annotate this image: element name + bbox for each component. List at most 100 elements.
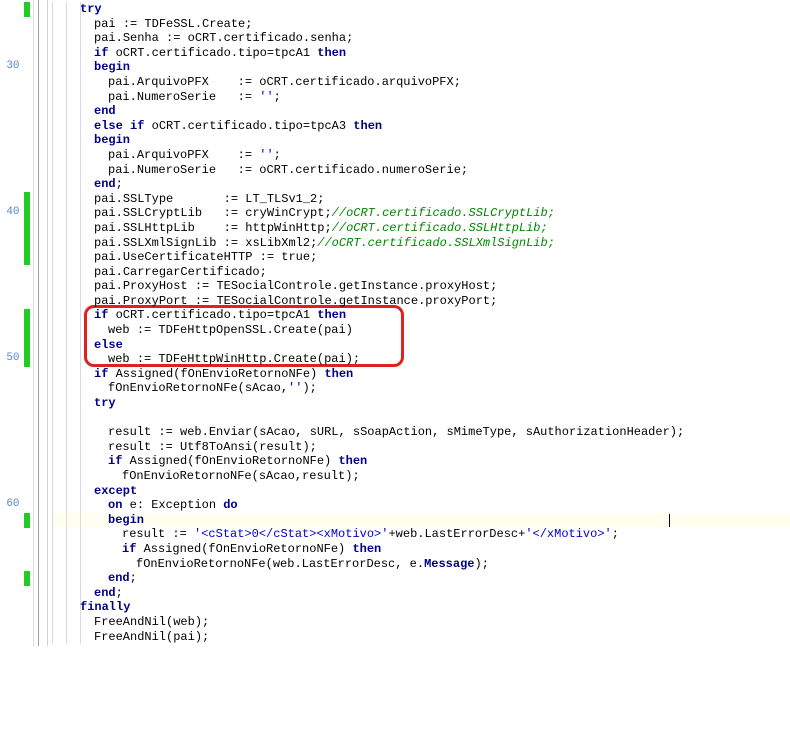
token-ident: cryWinCrypt	[245, 206, 324, 220]
token-ident: result	[302, 469, 345, 483]
code-line[interactable]: if Assigned(fOnEnvioRetornoNFe) then	[52, 367, 790, 382]
code-line[interactable]: if Assigned(fOnEnvioRetornoNFe) then	[52, 542, 790, 557]
token-ident: NumeroSerie	[137, 163, 238, 177]
code-editor[interactable]: 30405060 trypai := TDFeSSL.Create;pai.Se…	[0, 0, 790, 646]
token-sym: .	[130, 163, 137, 177]
code-line[interactable]: pai.SSLXmlSignLib := xsLibXml2;//oCRT.ce…	[52, 236, 790, 251]
code-line[interactable]: begin	[52, 133, 790, 148]
token-ident: certificado	[188, 119, 267, 133]
text-caret	[669, 514, 670, 527]
token-ident: fOnEnvioRetornoNFe	[122, 469, 252, 483]
code-line[interactable]: pai.ArquivoPFX := '';	[52, 148, 790, 163]
code-line[interactable]: fOnEnvioRetornoNFe(sAcao,'');	[52, 381, 790, 396]
token-kw: if	[108, 454, 122, 468]
token-ident: oCRT	[188, 31, 217, 45]
line-number	[0, 236, 22, 251]
line-number	[0, 31, 22, 46]
token-ident: NumeroSerie	[137, 90, 238, 104]
token-sym: ;	[310, 250, 317, 264]
token-ident: tipo	[274, 119, 303, 133]
code-line[interactable]: FreeAndNil(web);	[52, 615, 790, 630]
code-line[interactable]: finally	[52, 600, 790, 615]
token-sym: );	[195, 615, 209, 629]
line-number	[0, 338, 22, 353]
token-sym: ;	[317, 192, 324, 206]
code-line[interactable]: try	[52, 396, 790, 411]
token-ident: pai	[108, 90, 130, 104]
fold-column[interactable]	[33, 0, 47, 646]
code-line[interactable]: pai.NumeroSerie := '';	[52, 90, 790, 105]
token-sym: ;	[490, 294, 497, 308]
token-ident: TESocialControle	[216, 279, 331, 293]
token-str: '<cStat>0</cStat><xMotivo>'	[194, 527, 388, 541]
token-ident: Assigned	[136, 542, 201, 556]
code-line[interactable]: else if oCRT.certificado.tipo=tpcA3 then	[52, 119, 790, 134]
token-sym: =	[267, 46, 274, 60]
token-sym: .	[332, 279, 339, 293]
code-line[interactable]: end;	[52, 571, 790, 586]
code-line[interactable]: web := TDFeHttpOpenSSL.Create(pai)	[52, 323, 790, 338]
token-sym: .	[130, 90, 137, 104]
code-line[interactable]: begin	[52, 513, 790, 528]
token-ident: tpcA1	[274, 308, 317, 322]
code-line[interactable]: pai.Senha := oCRT.certificado.senha;	[52, 31, 790, 46]
code-line[interactable]: end	[52, 104, 790, 119]
token-sym: .	[267, 119, 274, 133]
line-number	[0, 279, 22, 294]
token-ident: pai	[94, 17, 123, 31]
change-marker	[24, 309, 30, 367]
code-line[interactable]: pai.SSLType := LT_TLSv1_2;	[52, 192, 790, 207]
code-line[interactable]: result := Utf8ToAnsi(result);	[52, 440, 790, 455]
code-line[interactable]: if Assigned(fOnEnvioRetornoNFe) then	[52, 454, 790, 469]
token-sym: =	[267, 308, 274, 322]
code-line[interactable]: pai.UseCertificateHTTP := true;	[52, 250, 790, 265]
token-sym: :=	[195, 279, 217, 293]
code-line[interactable]: except	[52, 484, 790, 499]
token-kw: then	[352, 542, 381, 556]
code-line[interactable]: else	[52, 338, 790, 353]
code-line[interactable]: try	[52, 2, 790, 17]
token-sym: ;	[116, 586, 123, 600]
token-ident: result	[122, 527, 172, 541]
code-line[interactable]: result := '<cStat>0</cStat><xMotivo>'+we…	[52, 527, 790, 542]
change-marker	[24, 2, 30, 17]
token-sym: .	[216, 31, 223, 45]
line-number	[0, 75, 22, 90]
token-ident: certificado	[295, 163, 374, 177]
code-line[interactable]: pai.ProxyPort := TESocialControle.getIns…	[52, 294, 790, 309]
code-line[interactable]: FreeAndNil(pai);	[52, 630, 790, 645]
token-ident: tipo	[238, 308, 267, 322]
token-sym: );	[345, 469, 359, 483]
line-number	[0, 323, 22, 338]
code-line[interactable]: fOnEnvioRetornoNFe(web.LastErrorDesc, e.…	[52, 557, 790, 572]
code-line[interactable]: pai.ArquivoPFX := oCRT.certificado.arqui…	[52, 75, 790, 90]
line-number	[0, 396, 22, 411]
code-line[interactable]: pai.SSLHttpLib := httpWinHttp;//oCRT.cer…	[52, 221, 790, 236]
code-area[interactable]: trypai := TDFeSSL.Create;pai.Senha := oC…	[48, 0, 790, 646]
code-line[interactable]: begin	[52, 60, 790, 75]
code-line[interactable]: on e: Exception do	[52, 498, 790, 513]
line-numbers-column: 30405060	[0, 0, 22, 646]
code-line[interactable]: pai.ProxyHost := TESocialControle.getIns…	[52, 279, 790, 294]
token-ident: oCRT	[144, 119, 180, 133]
token-sym: );	[302, 440, 316, 454]
code-line[interactable]: pai.NumeroSerie := oCRT.certificado.nume…	[52, 163, 790, 178]
token-sym: .	[266, 352, 273, 366]
token-kw: begin	[94, 133, 130, 147]
code-line[interactable]: fOnEnvioRetornoNFe(sAcao,result);	[52, 469, 790, 484]
token-sym: .	[116, 206, 123, 220]
code-line[interactable]: pai := TDFeSSL.Create;	[52, 17, 790, 32]
code-line[interactable]: web := TDFeHttpWinHttp.Create(pai);	[52, 352, 790, 367]
code-line[interactable]: end;	[52, 177, 790, 192]
code-line[interactable]: if oCRT.certificado.tipo=tpcA1 then	[52, 308, 790, 323]
token-sym: .	[294, 557, 301, 571]
code-line[interactable]	[52, 411, 790, 426]
token-kw: Message	[424, 557, 474, 571]
code-line[interactable]: end;	[52, 586, 790, 601]
code-line[interactable]: pai.SSLCryptLib := cryWinCrypt;//oCRT.ce…	[52, 206, 790, 221]
token-ident: ArquivoPFX	[137, 148, 238, 162]
token-ident: LastErrorDesc	[302, 557, 396, 571]
code-line[interactable]: if oCRT.certificado.tipo=tpcA1 then	[52, 46, 790, 61]
code-line[interactable]: result := web.Enviar(sAcao, sURL, sSoapA…	[52, 425, 790, 440]
code-line[interactable]: pai.CarregarCertificado;	[52, 265, 790, 280]
